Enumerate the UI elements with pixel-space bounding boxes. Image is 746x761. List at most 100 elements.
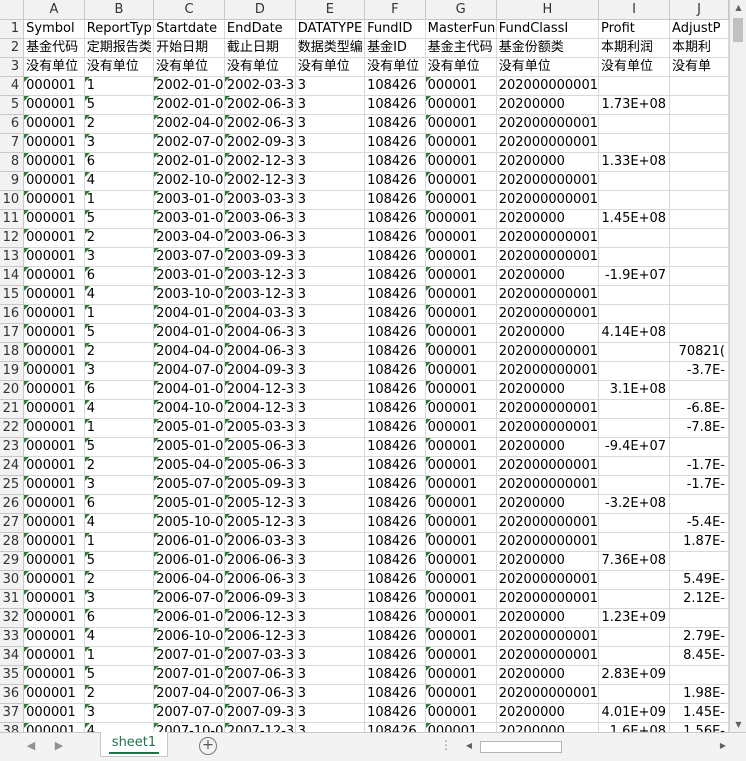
- cell[interactable]: 2006-01-0: [153, 532, 225, 552]
- cell[interactable]: 3.1E+08: [598, 380, 671, 400]
- prev-sheet-arrow-icon[interactable]: ◀: [24, 739, 38, 752]
- cell[interactable]: [598, 684, 671, 704]
- cell[interactable]: 1: [84, 304, 155, 324]
- cell[interactable]: 000001: [425, 171, 497, 191]
- cell[interactable]: [669, 304, 729, 324]
- cell[interactable]: 202000000001: [496, 171, 600, 191]
- cell[interactable]: 000001: [425, 361, 497, 381]
- cell[interactable]: 000001: [23, 266, 85, 286]
- cell[interactable]: 000001: [23, 171, 85, 191]
- cell[interactable]: 3: [295, 627, 366, 647]
- cell[interactable]: [598, 456, 671, 476]
- cell[interactable]: 3: [295, 285, 366, 305]
- cell[interactable]: 108426: [364, 532, 426, 552]
- cell[interactable]: 3: [295, 171, 366, 191]
- cell[interactable]: 没有单位: [598, 57, 671, 77]
- cell[interactable]: 000001: [23, 76, 85, 96]
- cell[interactable]: 3: [295, 475, 366, 495]
- cell[interactable]: [669, 323, 729, 343]
- cell[interactable]: 5.49E-: [669, 570, 729, 590]
- cell[interactable]: 000001: [23, 418, 85, 438]
- cell[interactable]: [598, 171, 671, 191]
- cell[interactable]: [598, 589, 671, 609]
- cell[interactable]: 202000000001: [496, 456, 600, 476]
- cell[interactable]: 3: [84, 361, 155, 381]
- cell[interactable]: 202000000001: [496, 76, 600, 96]
- row-header[interactable]: 8: [0, 152, 25, 172]
- cell[interactable]: 000001: [425, 342, 497, 362]
- cell[interactable]: 2002-12-3: [224, 152, 296, 172]
- cell[interactable]: 202000000001: [496, 570, 600, 590]
- cell[interactable]: 20200000: [496, 152, 600, 172]
- tab-split-handle[interactable]: ⋮: [440, 738, 453, 752]
- cell[interactable]: [669, 266, 729, 286]
- cell[interactable]: 没有单位: [425, 57, 497, 77]
- cell[interactable]: 2005-12-3: [224, 513, 296, 533]
- row-header[interactable]: 29: [0, 551, 25, 571]
- cell[interactable]: 3: [295, 684, 366, 704]
- cell[interactable]: 108426: [364, 513, 426, 533]
- cell[interactable]: 3: [295, 266, 366, 286]
- sheet-tab-sheet1[interactable]: sheet1: [100, 732, 168, 757]
- cell[interactable]: 2002-03-3: [224, 76, 296, 96]
- cell[interactable]: 000001: [23, 456, 85, 476]
- cell[interactable]: 2003-01-0: [153, 266, 225, 286]
- cell[interactable]: 108426: [364, 494, 426, 514]
- cell[interactable]: 000001: [425, 513, 497, 533]
- cell[interactable]: 108426: [364, 703, 426, 723]
- cell[interactable]: 2005-09-3: [224, 475, 296, 495]
- cell[interactable]: 1: [84, 418, 155, 438]
- cell[interactable]: 108426: [364, 399, 426, 419]
- cell[interactable]: 2005-03-3: [224, 418, 296, 438]
- cell[interactable]: -9.4E+07: [598, 437, 671, 457]
- cell[interactable]: 000001: [425, 190, 497, 210]
- cell[interactable]: 2: [84, 342, 155, 362]
- cell[interactable]: 1.45E+08: [598, 209, 671, 229]
- cell[interactable]: [669, 114, 729, 134]
- cell[interactable]: 2003-10-0: [153, 285, 225, 305]
- cell[interactable]: 4: [84, 399, 155, 419]
- cell[interactable]: 108426: [364, 342, 426, 362]
- cell[interactable]: 108426: [364, 551, 426, 571]
- cell[interactable]: 定期报告类: [84, 38, 155, 58]
- cell[interactable]: 3: [295, 228, 366, 248]
- cell[interactable]: 000001: [23, 247, 85, 267]
- cell[interactable]: 000001: [425, 95, 497, 115]
- cell[interactable]: 2003-12-3: [224, 266, 296, 286]
- cell[interactable]: 20200000: [496, 703, 600, 723]
- column-header-f[interactable]: F: [364, 0, 426, 20]
- cell[interactable]: 1.98E-: [669, 684, 729, 704]
- cell[interactable]: [598, 342, 671, 362]
- row-header[interactable]: 26: [0, 494, 25, 514]
- cell[interactable]: 108426: [364, 285, 426, 305]
- cell[interactable]: 20200000: [496, 323, 600, 343]
- cell[interactable]: 2: [84, 684, 155, 704]
- cell[interactable]: 2007-01-0: [153, 665, 225, 685]
- row-header[interactable]: 4: [0, 76, 25, 96]
- cell[interactable]: 108426: [364, 456, 426, 476]
- cell[interactable]: 108426: [364, 684, 426, 704]
- cell[interactable]: 1: [84, 76, 155, 96]
- cell[interactable]: 2003-01-0: [153, 190, 225, 210]
- cell[interactable]: [669, 551, 729, 571]
- cell[interactable]: 20200000: [496, 95, 600, 115]
- cell[interactable]: 202000000001: [496, 627, 600, 647]
- cell[interactable]: 截止日期: [224, 38, 296, 58]
- cell[interactable]: 202000000001: [496, 513, 600, 533]
- cell[interactable]: 202000000001: [496, 684, 600, 704]
- cell[interactable]: 3: [295, 513, 366, 533]
- cell[interactable]: 000001: [23, 380, 85, 400]
- cell[interactable]: 3: [84, 703, 155, 723]
- cell[interactable]: 1.45E-: [669, 703, 729, 723]
- cell[interactable]: 2007-06-3: [224, 665, 296, 685]
- cell[interactable]: 3: [295, 532, 366, 552]
- cell[interactable]: 108426: [364, 190, 426, 210]
- cell[interactable]: -1.7E-: [669, 475, 729, 495]
- cell[interactable]: 202000000001: [496, 342, 600, 362]
- row-header[interactable]: 9: [0, 171, 25, 191]
- cell[interactable]: 3: [295, 133, 366, 153]
- row-header[interactable]: 14: [0, 266, 25, 286]
- plus-circle-icon[interactable]: +: [199, 737, 217, 755]
- cell[interactable]: 000001: [23, 589, 85, 609]
- cell[interactable]: 202000000001: [496, 190, 600, 210]
